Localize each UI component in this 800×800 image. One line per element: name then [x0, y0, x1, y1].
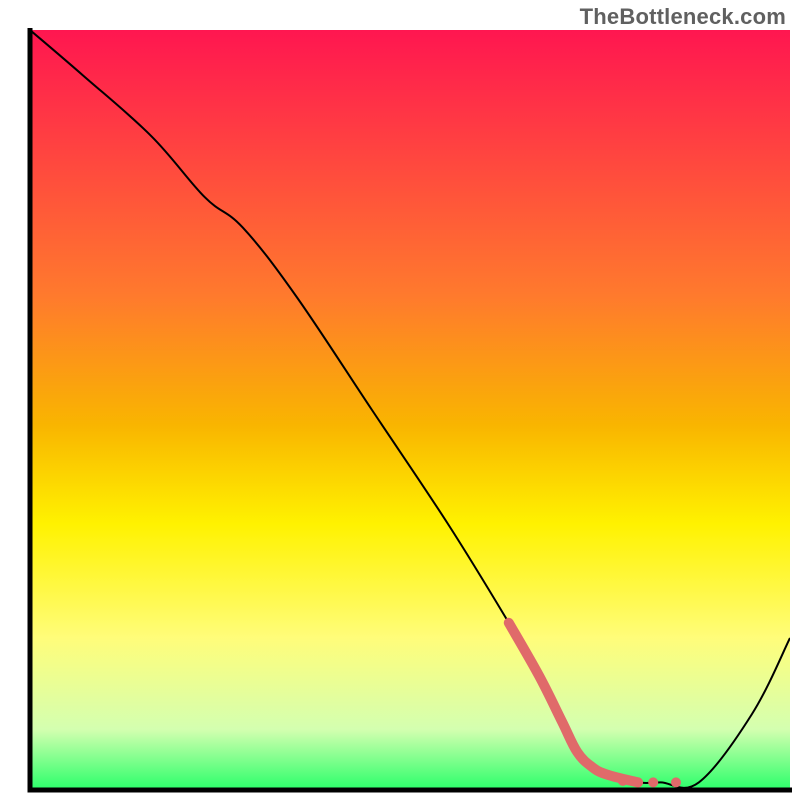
bottleneck-chart — [0, 0, 800, 800]
chart-frame: TheBottleneck.com — [0, 0, 800, 800]
gradient-background — [30, 30, 790, 790]
watermark-label: TheBottleneck.com — [580, 4, 786, 30]
